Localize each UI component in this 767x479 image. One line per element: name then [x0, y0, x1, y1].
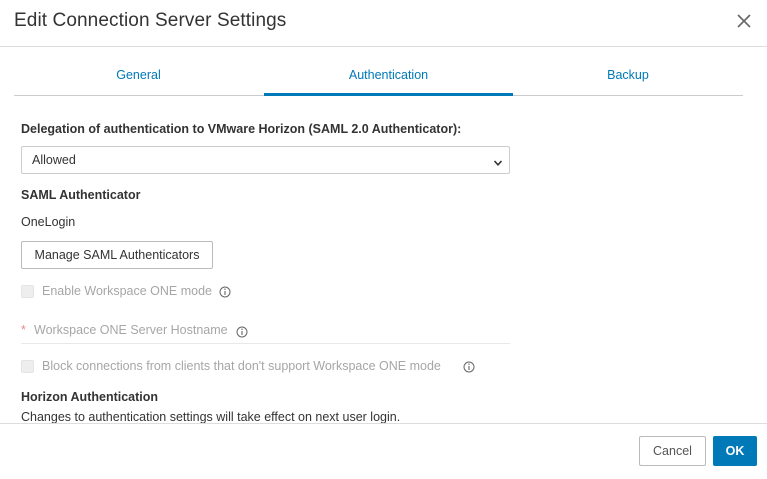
delegation-label: Delegation of authentication to VMware H…: [21, 122, 462, 136]
horizon-auth-title: Horizon Authentication: [21, 390, 159, 404]
dialog-title: Edit Connection Server Settings: [14, 10, 287, 31]
block-connections-checkbox[interactable]: [21, 360, 34, 373]
workspace-one-hostname-label: Workspace ONE Server Hostname: [34, 323, 228, 337]
saml-authenticator-value: OneLogin: [21, 215, 76, 229]
chevron-down-icon: [493, 155, 503, 166]
tab-general[interactable]: General: [14, 48, 263, 95]
enable-workspace-one-checkbox[interactable]: [21, 285, 34, 298]
enable-workspace-one-label: Enable Workspace ONE mode: [42, 284, 212, 298]
info-icon[interactable]: [236, 325, 248, 338]
saml-section-title: SAML Authenticator: [21, 188, 141, 202]
dialog-footer: Cancel OK: [0, 423, 767, 479]
block-connections-label: Block connections from clients that don'…: [42, 359, 441, 373]
info-icon[interactable]: [463, 360, 475, 373]
tab-backup[interactable]: Backup: [513, 48, 743, 95]
delegation-select[interactable]: Allowed: [21, 146, 510, 174]
cancel-button[interactable]: Cancel: [639, 436, 706, 466]
authentication-panel: Delegation of authentication to VMware H…: [0, 97, 767, 423]
required-marker: *: [21, 323, 26, 337]
workspace-one-hostname-input[interactable]: [21, 343, 510, 344]
tab-bar: General Authentication Backup: [14, 48, 743, 96]
edit-connection-server-dialog: Edit Connection Server Settings General …: [0, 0, 767, 479]
close-icon[interactable]: [733, 10, 755, 32]
info-icon[interactable]: [219, 285, 231, 298]
dialog-header: Edit Connection Server Settings: [0, 0, 767, 47]
horizon-auth-note: Changes to authentication settings will …: [21, 410, 401, 423]
manage-saml-authenticators-button[interactable]: Manage SAML Authenticators: [21, 241, 213, 269]
delegation-selected-value: Allowed: [32, 153, 76, 167]
tab-authentication[interactable]: Authentication: [264, 48, 513, 96]
ok-button[interactable]: OK: [713, 436, 757, 466]
